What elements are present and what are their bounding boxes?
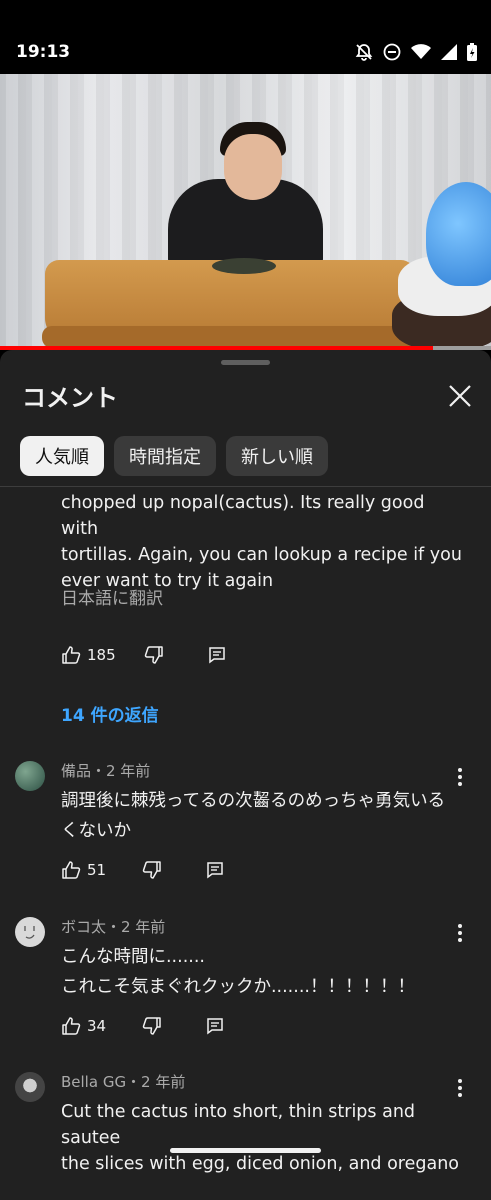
sort-chips: 人気順 時間指定 新しい順: [20, 436, 328, 476]
comment-line: くないか: [61, 821, 131, 841]
comment-author-meta[interactable]: 備品・2 年前: [61, 760, 150, 781]
bell-off-icon: [355, 43, 373, 61]
video-plate: [212, 258, 276, 274]
kebab-menu-icon: [458, 768, 462, 786]
comment-line: 調理後に棘残ってるの次齧るのめっちゃ勇気いる: [61, 791, 446, 811]
more-options-button[interactable]: [452, 921, 468, 945]
translate-link[interactable]: 日本語に翻訳: [61, 584, 163, 609]
comment-line: the slices with egg, diced onion, and or…: [61, 1154, 460, 1174]
kebab-menu-icon: [458, 1079, 462, 1097]
thumbs-up-icon: [62, 861, 81, 879]
thumbs-up-icon: [62, 646, 81, 664]
like-count: 185: [87, 646, 116, 664]
like-button[interactable]: 34: [61, 1016, 106, 1036]
gesture-nav-bar[interactable]: [170, 1148, 321, 1153]
close-button[interactable]: [444, 380, 476, 412]
chip-newest[interactable]: 新しい順: [226, 436, 328, 476]
video-player[interactable]: [0, 74, 491, 350]
thumbs-down-icon: [142, 861, 161, 879]
comment-line: これこそ気まぐれクックか.......！！！！！！: [61, 977, 415, 997]
comment-author-meta[interactable]: Bella GG・2 年前: [61, 1071, 185, 1092]
battery-icon: [467, 43, 477, 61]
dislike-button[interactable]: [142, 1016, 162, 1036]
video-person-head: [224, 134, 282, 200]
status-icons: [355, 43, 477, 61]
status-time: 19:13: [16, 42, 71, 62]
chip-timestamp[interactable]: 時間指定: [114, 436, 216, 476]
comment-line: tortillas. Again, you can lookup a recip…: [61, 545, 462, 565]
avatar[interactable]: [15, 1072, 45, 1102]
thumbs-down-icon: [142, 1017, 161, 1035]
chip-popular[interactable]: 人気順: [20, 436, 104, 476]
like-count: 34: [87, 1017, 107, 1035]
comments-list[interactable]: chopped up nopal(cactus). Its really goo…: [0, 487, 491, 1200]
face-doodle-icon: [24, 926, 35, 939]
comment-line: chopped up nopal(cactus). Its really goo…: [61, 493, 425, 539]
like-button[interactable]: 185: [61, 645, 116, 665]
video-table-edge: [42, 326, 418, 348]
signal-icon: [441, 44, 457, 60]
like-count: 51: [87, 861, 107, 879]
reply-button[interactable]: [208, 646, 226, 664]
avatar[interactable]: [15, 761, 45, 791]
view-replies-link[interactable]: 14 件の返信: [61, 701, 159, 726]
close-icon: [449, 385, 471, 407]
reply-icon: [207, 1018, 223, 1035]
dislike-button[interactable]: [142, 860, 162, 880]
avatar[interactable]: [15, 917, 45, 947]
thumbs-up-icon: [62, 1017, 81, 1035]
dislike-button[interactable]: [144, 645, 164, 665]
comment-body: 調理後に棘残ってるの次齧るのめっちゃ勇気いる くないか: [61, 788, 466, 844]
comment-author-meta[interactable]: ボコ太・2 年前: [61, 916, 165, 937]
reply-icon: [208, 647, 225, 664]
do-not-disturb-icon: [383, 43, 401, 61]
comment-line: Cut the cactus into short, thin strips a…: [61, 1102, 416, 1148]
kebab-menu-icon: [458, 924, 462, 942]
comment-actions: 34: [61, 1016, 224, 1036]
comment-actions: 51: [61, 860, 224, 880]
status-bar: 19:13: [0, 0, 491, 74]
comment-body: Cut the cactus into short, thin strips a…: [61, 1099, 466, 1177]
video-slime-figure: [426, 182, 491, 286]
comment-actions: 185: [61, 645, 226, 665]
reply-button[interactable]: [206, 861, 224, 879]
like-button[interactable]: 51: [61, 860, 106, 880]
reply-icon: [207, 862, 223, 879]
drag-handle[interactable]: [221, 360, 270, 365]
comments-panel: コメント 人気順 時間指定 新しい順 chopped up nopal(cact…: [0, 350, 491, 1200]
comment-body: こんな時間に....... これこそ気まぐれクックか.......！！！！！！: [61, 944, 466, 1000]
comment-body: chopped up nopal(cactus). Its really goo…: [61, 490, 466, 594]
reply-button[interactable]: [206, 1017, 224, 1035]
wifi-icon: [411, 44, 431, 60]
more-options-button[interactable]: [452, 1076, 468, 1100]
more-options-button[interactable]: [452, 765, 468, 789]
comment-line: こんな時間に.......: [61, 947, 205, 967]
panel-title: コメント: [22, 384, 118, 412]
thumbs-down-icon: [144, 646, 163, 664]
